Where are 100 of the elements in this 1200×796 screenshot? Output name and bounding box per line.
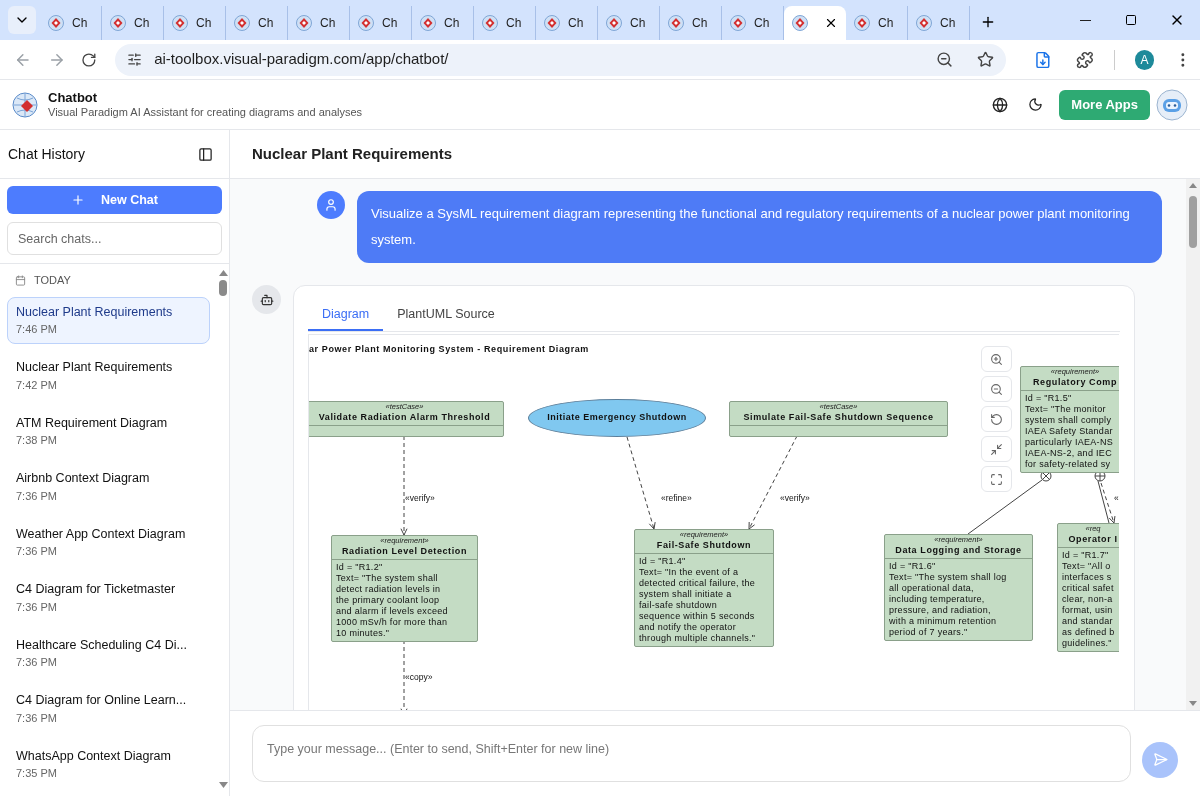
block-name: Data Logging and Storage — [895, 544, 1022, 556]
conversation-title: Nuclear Plant Requirements — [252, 143, 453, 164]
scroll-down-icon[interactable] — [218, 782, 228, 788]
zoom-out-icon — [990, 382, 1003, 396]
result-tab[interactable]: Diagram — [308, 300, 384, 331]
scrollbar-thumb[interactable] — [219, 280, 227, 296]
logo-icon — [12, 91, 38, 118]
block-text-line: particularly IAEA-NS — [1025, 436, 1115, 448]
block-text-line: Text= "The system shall — [336, 572, 439, 584]
block-text-line: and notify the operator — [639, 621, 737, 633]
tab-title: Ch — [382, 15, 398, 31]
block-text-line: for safety-related sy — [1025, 458, 1112, 470]
chat-time: 7:38 PM — [16, 433, 58, 449]
tab-title: Ch — [506, 15, 522, 31]
scroll-down-icon[interactable] — [1189, 701, 1197, 706]
site-favicon-icon — [48, 15, 64, 31]
chat-history-item[interactable]: Weather App Context Diagram 7:36 PM — [7, 518, 210, 566]
app-title: Chatbot — [48, 89, 99, 106]
collapse-sidebar-icon[interactable] — [198, 146, 213, 162]
tab-title: Ch — [940, 15, 956, 31]
reload-icon[interactable] — [81, 51, 98, 68]
extensions-puzzle-icon[interactable] — [1075, 50, 1094, 69]
tab-title: Ch — [878, 15, 894, 31]
tab-list-button[interactable] — [8, 6, 36, 34]
bot-avatar — [252, 285, 281, 314]
chat-history-item[interactable]: C4 Diagram for Online Learn... 7:36 PM — [7, 685, 210, 733]
site-favicon-icon — [420, 15, 436, 31]
bookmark-star-icon[interactable] — [977, 51, 995, 68]
message-input[interactable]: Type your message... (Enter to send, Shift+Enter for new line) — [252, 725, 1131, 782]
tab-title: Ch — [258, 15, 274, 31]
block-text-line: Text= "In the event of a — [639, 566, 740, 578]
chat-history-item[interactable]: Nuclear Plant Requirements 7:42 PM — [7, 352, 210, 400]
chat-title: Healthcare Scheduling C4 Di... — [16, 636, 188, 654]
scroll-up-icon[interactable] — [1189, 183, 1197, 188]
site-favicon-icon — [792, 15, 808, 31]
chat-time: 7:36 PM — [16, 599, 58, 615]
block-text-line: detect radiation levels in — [336, 583, 442, 595]
block-text-line: Id = "R1.4" — [639, 555, 687, 567]
tab-title: Ch — [630, 15, 646, 31]
chat-history-item[interactable]: Airbnb Context Diagram 7:36 PM — [7, 463, 210, 511]
result-tab[interactable]: PlantUML Source — [383, 300, 509, 331]
scroll-up-icon[interactable] — [218, 270, 228, 276]
language-icon[interactable] — [992, 96, 1009, 113]
block-text-line: clear, non-a — [1062, 593, 1114, 605]
diagram-control-button[interactable] — [981, 406, 1012, 432]
chat-history-item[interactable]: Nuclear Plant Requirements 7:46 PM — [7, 296, 210, 344]
group-label: TODAY — [34, 273, 71, 288]
block-text-line: and standar — [1062, 615, 1114, 627]
site-favicon-icon — [730, 15, 746, 31]
relationship-label: « — [1114, 491, 1119, 505]
search-field[interactable]: Search chats... — [7, 222, 222, 255]
block-text-line: Id = "R1.5" — [1025, 392, 1073, 404]
chat-history-item[interactable]: C4 Diagram for Ticketmaster 7:36 PM — [7, 574, 210, 622]
close-tab-icon[interactable] — [824, 16, 838, 30]
block-text-line: all operational data, — [889, 582, 975, 594]
block-text-line: Text= "All o — [1062, 560, 1112, 572]
tab-title: Ch — [444, 15, 460, 31]
diagram-control-button[interactable] — [981, 376, 1012, 402]
block-text-line: 10 minutes." — [336, 627, 391, 639]
assistant-avatar-icon[interactable] — [1156, 88, 1188, 121]
block-text-line: Id = "R1.7" — [1062, 549, 1110, 561]
profile-avatar[interactable]: A — [1134, 49, 1155, 70]
browser-tab[interactable] — [784, 6, 846, 40]
site-favicon-icon — [234, 15, 250, 31]
site-favicon-icon — [854, 15, 870, 31]
chat-history-item[interactable]: WhatsApp Context Diagram 7:35 PM — [7, 740, 210, 788]
diagram-control-button[interactable] — [981, 466, 1012, 492]
block-text-line: Id = "R1.6" — [889, 560, 937, 572]
zoom-icon[interactable] — [936, 51, 954, 68]
relationship-label: «refine» — [661, 491, 692, 505]
block-text-line: the primary coolant loop — [336, 594, 441, 606]
dark-mode-icon[interactable] — [1028, 97, 1044, 112]
fullscreen-icon — [990, 472, 1003, 486]
block-text-line: interfaces s — [1062, 571, 1113, 583]
user-avatar — [317, 191, 345, 219]
block-text-line: with a minimum retention — [889, 615, 998, 627]
minimize-icon — [1079, 19, 1091, 21]
block-text-line: fail-safe shutdown — [639, 599, 718, 611]
address-field[interactable]: ai-toolbox.visual-paradigm.com/app/chatbot/ — [115, 43, 1007, 76]
block-text-line: system shall comply — [1025, 414, 1113, 426]
block-text-line: including temperature, — [889, 593, 986, 605]
chat-history-item[interactable]: Healthcare Scheduling C4 Di... 7:36 PM — [7, 629, 210, 677]
block-name: Validate Radiation Alarm Threshold — [318, 410, 491, 423]
block-text-line: sequence within 5 seconds — [639, 610, 756, 622]
diagram-control-button[interactable] — [981, 346, 1012, 372]
chat-time: 7:36 PM — [16, 710, 58, 726]
site-favicon-icon — [916, 15, 932, 31]
chat-title: Weather App Context Diagram — [16, 525, 187, 543]
relationship-label: «verify» — [780, 491, 810, 505]
chat-history-item[interactable]: ATM Requirement Diagram 7:38 PM — [7, 407, 210, 455]
extension-icon[interactable] — [1034, 50, 1052, 69]
sidebar-title: Chat History — [8, 144, 86, 164]
diagram-control-button[interactable] — [981, 436, 1012, 462]
chat-time: 7:42 PM — [16, 377, 58, 393]
chat-time: 7:35 PM — [16, 766, 58, 782]
site-settings-icon[interactable] — [127, 52, 143, 67]
new-chat-button[interactable]: New Chat — [7, 186, 222, 214]
reset-icon — [990, 412, 1003, 426]
block-text-line: format, usin — [1062, 604, 1114, 616]
scrollbar-thumb[interactable] — [1189, 196, 1197, 248]
